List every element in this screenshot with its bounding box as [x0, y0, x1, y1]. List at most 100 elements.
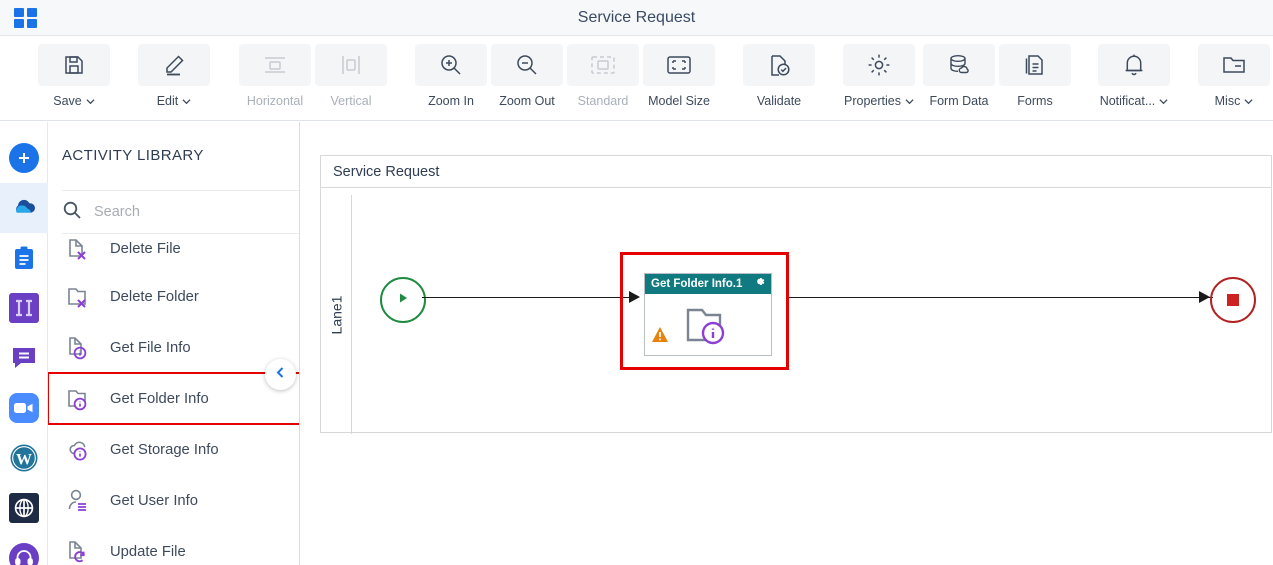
chevron-down-icon [1159, 97, 1168, 106]
gear-icon[interactable] [753, 275, 766, 293]
activity-node-title: Get Folder Info.1 [651, 278, 743, 290]
database-cloud-icon [923, 44, 995, 86]
activity-label: Delete File [110, 241, 181, 257]
standard-button[interactable]: Standard [567, 44, 639, 116]
validate-button[interactable]: Validate [743, 44, 815, 116]
activity-node-selection[interactable]: Get Folder Info.1 [620, 252, 789, 370]
rail-item-columns[interactable] [0, 283, 48, 333]
toolbar-label: Forms [1017, 94, 1053, 108]
search-bar[interactable] [62, 190, 299, 234]
rail-item-support[interactable] [0, 533, 48, 565]
headset-icon [9, 543, 39, 565]
activity-node[interactable]: Get Folder Info.1 [644, 273, 772, 356]
activity-label: Update File [110, 543, 186, 560]
activity-library-panel: ACTIVITY LIBRARY Delete File [48, 122, 300, 565]
toolbar-label: Properties [844, 94, 914, 108]
vertical-layout-icon [315, 44, 387, 86]
gear-icon [843, 44, 915, 86]
sequence-flow-2 [789, 297, 1213, 298]
globe-grid-icon [9, 493, 39, 523]
horizontal-layout-icon [239, 44, 311, 86]
chevron-down-icon [182, 97, 191, 106]
end-event[interactable] [1210, 277, 1256, 323]
vertical-button[interactable]: Vertical [315, 44, 387, 116]
rail-item-add[interactable] [0, 133, 48, 183]
activity-item-delete-file[interactable]: Delete File [48, 234, 299, 271]
activity-list[interactable]: Delete File Delete Folder Get File Info … [48, 234, 299, 565]
rail-item-wordpress[interactable]: W [0, 433, 48, 483]
cloud-icon [9, 193, 39, 223]
activity-item-delete-folder[interactable]: Delete Folder [48, 271, 299, 322]
rail-item-globe-grid[interactable] [0, 483, 48, 533]
plus-icon [9, 143, 39, 173]
warning-triangle-icon [651, 326, 669, 348]
zoom-out-button[interactable]: Zoom Out [491, 44, 563, 116]
activity-node-header: Get Folder Info.1 [645, 274, 771, 294]
validate-doc-icon [743, 44, 815, 86]
activity-item-get-storage-info[interactable]: Get Storage Info [48, 424, 299, 475]
page-title: Service Request [577, 9, 696, 26]
activity-label: Get User Info [110, 492, 198, 509]
rail-item-zoom[interactable] [0, 383, 48, 433]
arrow-head-2 [1199, 291, 1210, 303]
folder-misc-icon [1198, 44, 1270, 86]
activity-item-get-file-info[interactable]: Get File Info [48, 322, 299, 373]
chevron-down-icon [1244, 97, 1253, 106]
file-update-icon [64, 537, 94, 565]
rail-item-onedrive[interactable] [0, 183, 48, 233]
toolbar-label: Model Size [648, 94, 710, 108]
lane-label: Lane1 [328, 295, 344, 334]
toolbar-label: Form Data [929, 94, 989, 108]
activity-item-update-file[interactable]: Update File [48, 526, 299, 565]
toolbar: Save Edit Horizontal Vertical Zoom In Zo… [0, 36, 1273, 121]
toolbar-label: Standard [577, 94, 629, 108]
title-bar: Service Request [0, 0, 1273, 36]
zoom-in-icon [415, 44, 487, 86]
chevron-down-icon [905, 97, 914, 106]
properties-button[interactable]: Properties [843, 44, 915, 116]
video-camera-icon [9, 393, 39, 423]
activity-item-get-user-info[interactable]: Get User Info [48, 475, 299, 526]
chevron-left-icon [274, 366, 287, 384]
model-size-button[interactable]: Model Size [643, 44, 715, 116]
toolbar-label: Validate [756, 94, 802, 108]
edit-button[interactable]: Edit [138, 44, 210, 116]
start-event[interactable] [380, 277, 426, 323]
save-disk-icon [38, 44, 110, 86]
label-text: Save [53, 94, 82, 108]
label-text: Misc [1214, 94, 1241, 108]
form-data-button[interactable]: Form Data [923, 44, 995, 116]
folder-info-icon [64, 384, 94, 414]
lane: Lane1 Get Folder Info.1 [321, 195, 1271, 434]
play-triangle-icon [396, 291, 410, 310]
activity-label: Delete Folder [110, 288, 199, 305]
stop-square-icon [1227, 294, 1239, 306]
zoom-in-button[interactable]: Zoom In [415, 44, 487, 116]
diagram-canvas[interactable]: Service Request Lane1 Get Folder Info.1 [300, 122, 1273, 565]
pool-title: Service Request [321, 156, 1271, 188]
cloud-info-icon [64, 435, 94, 465]
rail-item-chat[interactable] [0, 333, 48, 383]
save-button[interactable]: Save [38, 44, 110, 116]
lane-label-box: Lane1 [321, 195, 352, 434]
application-window: Service Request Save Edit Horizontal Ver… [0, 0, 1273, 565]
activity-label: Get Storage Info [110, 441, 219, 458]
label-text: Edit [156, 94, 179, 108]
clipboard-icon [9, 243, 39, 273]
forms-button[interactable]: Forms [999, 44, 1071, 116]
app-icon-rail: W [0, 122, 48, 565]
chevron-down-icon [86, 97, 95, 106]
folder-delete-icon [64, 282, 94, 312]
model-size-icon [643, 44, 715, 86]
label-text: Notificat... [1099, 94, 1156, 108]
misc-button[interactable]: Misc [1198, 44, 1270, 116]
notifications-button[interactable]: Notificat... [1098, 44, 1170, 116]
activity-item-get-folder-info[interactable]: Get Folder Info [48, 372, 299, 425]
search-input[interactable] [94, 204, 274, 220]
rail-item-clipboard[interactable] [0, 233, 48, 283]
horizontal-button[interactable]: Horizontal [239, 44, 311, 116]
pool[interactable]: Service Request Lane1 Get Folder Info.1 [320, 155, 1272, 434]
folder-info-icon [682, 300, 734, 355]
panel-collapse-button[interactable] [265, 359, 296, 390]
document-icon [999, 44, 1071, 86]
